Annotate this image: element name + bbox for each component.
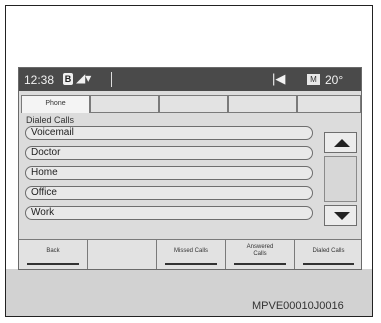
scroll-up-button[interactable] (324, 132, 357, 153)
bluetooth-icon: B (63, 73, 73, 85)
button-underline (303, 263, 354, 265)
section-title: Dialed Calls (26, 115, 75, 125)
list-item[interactable]: Doctor (25, 146, 313, 160)
clock: 12:38 (24, 73, 55, 87)
phone-screen: 12:38 B ◢▾ |◀ M 20° Phone Dialed Calls V… (18, 67, 362, 270)
dialed-calls-button[interactable]: Dialed Calls (295, 240, 361, 269)
tab-4[interactable] (228, 95, 297, 113)
tab-phone[interactable]: Phone (21, 95, 90, 113)
missed-calls-button[interactable]: Missed Calls (157, 240, 226, 269)
tab-row: Phone (19, 95, 361, 113)
back-button-label: Back (46, 248, 60, 254)
tab-2[interactable] (90, 95, 159, 113)
temperature: 20° (325, 73, 344, 87)
arrow-up-icon (334, 139, 350, 147)
figure-frame: 12:38 B ◢▾ |◀ M 20° Phone Dialed Calls V… (5, 5, 373, 317)
status-divider (111, 72, 112, 87)
answered-calls-button[interactable]: Answered Calls (226, 240, 295, 269)
missed-calls-label: Missed Calls (173, 248, 208, 254)
scroll-track[interactable] (324, 156, 357, 202)
bottom-button-bar: Back Missed Calls Answered Calls Dialed … (19, 239, 361, 269)
dialed-calls-label: Dialed Calls (312, 248, 345, 254)
list-item[interactable]: Work (25, 206, 313, 220)
arrow-down-icon (334, 212, 350, 220)
button-underline (165, 263, 217, 265)
button-underline (27, 263, 79, 265)
temperature-badge-icon: M (307, 74, 320, 85)
list-item[interactable]: Office (25, 186, 313, 200)
tab-5[interactable] (297, 95, 361, 113)
signal-icon: ◢▾ (76, 71, 92, 85)
scroll-down-button[interactable] (324, 205, 357, 226)
answered-calls-label: Answered Calls (246, 244, 274, 257)
status-bar: 12:38 B ◢▾ |◀ M 20° (19, 68, 361, 91)
list-item[interactable]: Home (25, 166, 313, 180)
button-underline (234, 263, 286, 265)
back-button[interactable]: Back (19, 240, 88, 269)
previous-track-icon[interactable]: |◀ (272, 71, 285, 87)
reference-code: MPVE00010J0016 (252, 300, 344, 312)
list-item[interactable]: Voicemail (25, 126, 313, 140)
tab-3[interactable] (159, 95, 228, 113)
empty-button[interactable] (88, 240, 157, 269)
